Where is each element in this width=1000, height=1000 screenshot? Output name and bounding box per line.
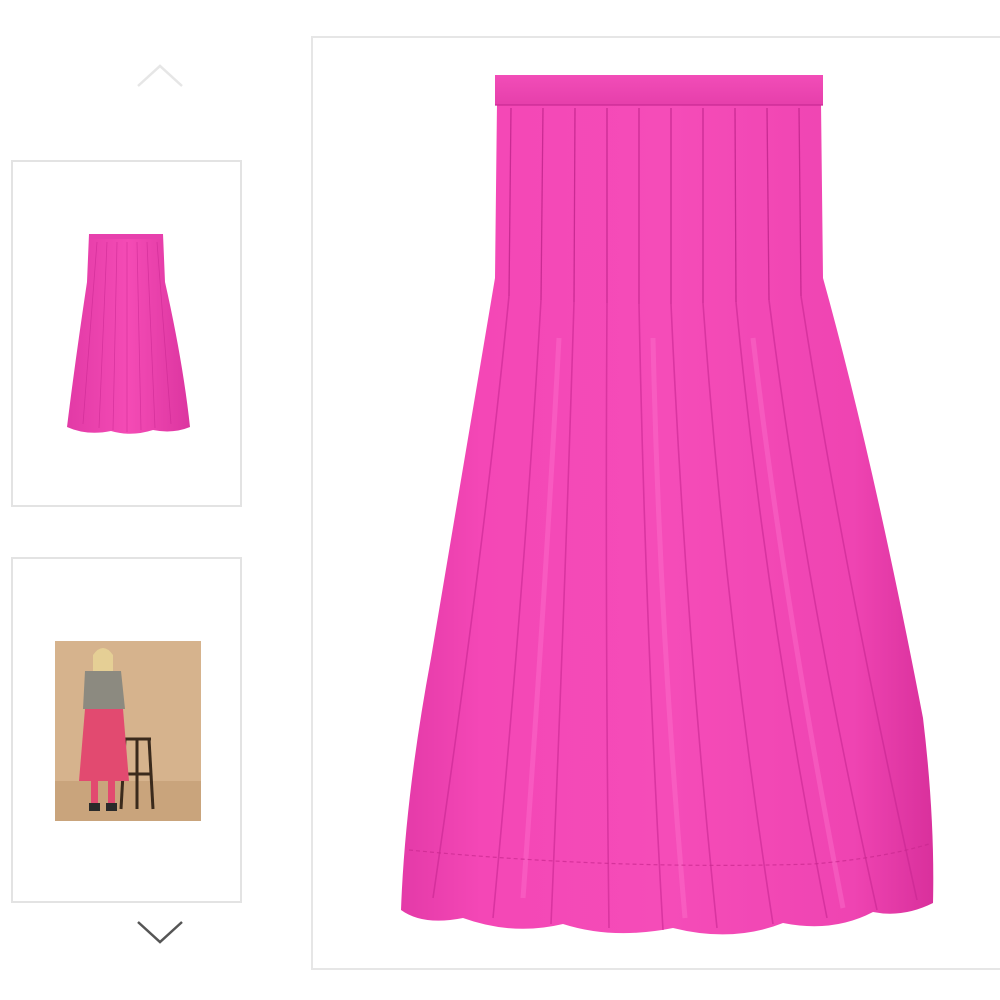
chevron-down-icon [137, 921, 183, 944]
thumbnail-product[interactable] [11, 160, 242, 507]
gallery-scroll-up-button[interactable] [120, 56, 200, 96]
chevron-up-icon [137, 64, 183, 87]
thumbnail-lifestyle[interactable] [11, 557, 242, 903]
pink-pleated-skirt-image [401, 75, 934, 935]
main-product-image-frame[interactable] [311, 36, 1000, 970]
skirt-thumbnail-image [67, 234, 190, 434]
product-gallery [0, 0, 1000, 1000]
gallery-scroll-down-button[interactable] [120, 912, 200, 952]
model-lifestyle-image [55, 641, 201, 821]
